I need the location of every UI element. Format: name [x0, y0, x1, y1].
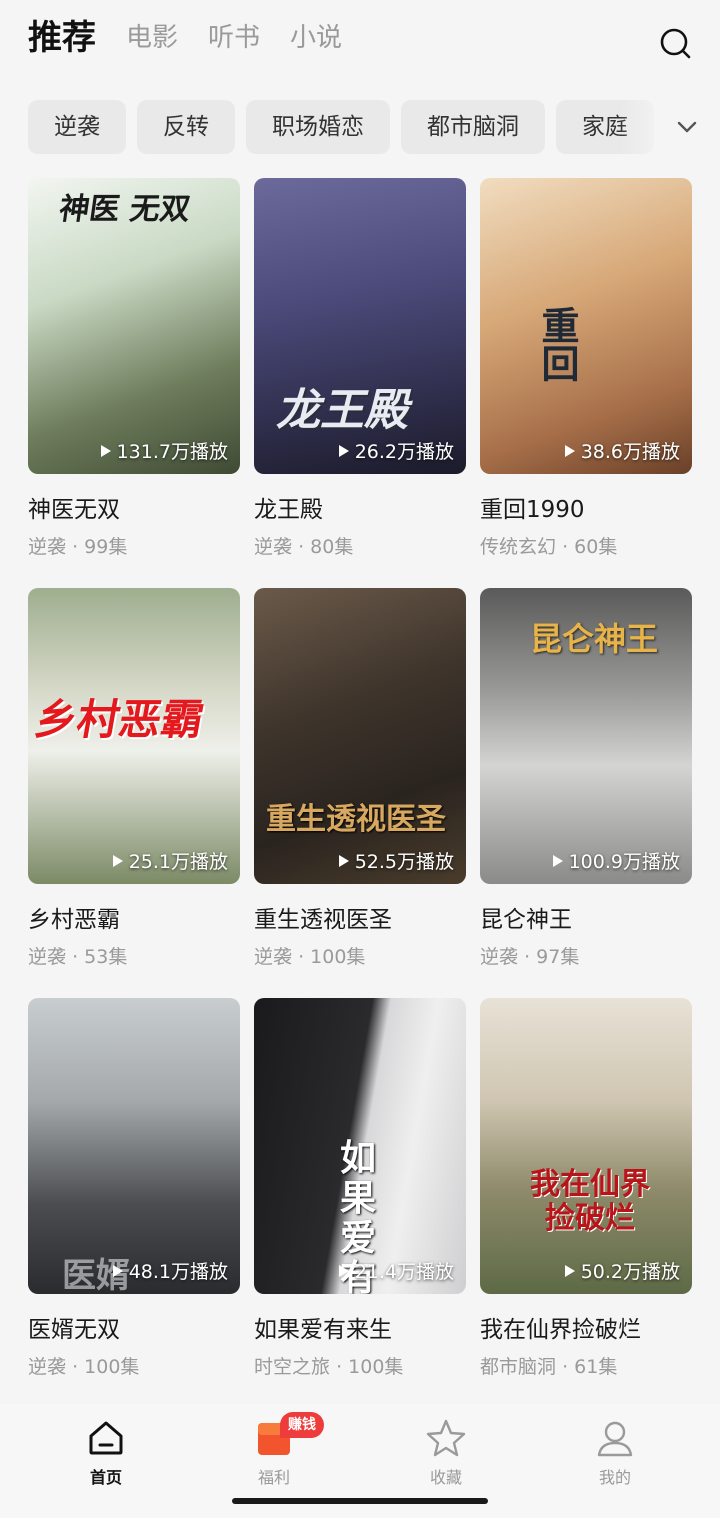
poster-title-art: 龙王殿 — [276, 385, 408, 436]
poster: 如果爱有来 21.4万播放 — [254, 998, 466, 1294]
chevron-down-icon[interactable] — [670, 108, 704, 146]
user-icon — [597, 1421, 633, 1457]
play-icon — [564, 444, 575, 457]
top-navigation: 推荐 电影 听书 小说 — [0, 0, 720, 90]
star-icon — [426, 1419, 466, 1457]
nav-home-label: 首页 — [89, 1468, 122, 1487]
nav-favorites-label: 收藏 — [429, 1468, 462, 1487]
drama-meta: 逆袭 · 53集 — [28, 946, 128, 968]
drama-card[interactable]: 神医 无双 131.7万播放 神医无双 逆袭 · 99集 — [28, 178, 240, 570]
poster-title-art: 昆仑神王 — [530, 620, 659, 658]
poster: 重回 38.6万播放 — [480, 178, 692, 474]
poster: 昆仑神王 100.9万播放 — [480, 588, 692, 884]
play-icon — [338, 444, 349, 457]
drama-title: 重回1990 — [480, 497, 585, 523]
drama-card[interactable]: 重生透视医圣 52.5万播放 重生透视医圣 逆袭 · 100集 — [254, 588, 466, 980]
drama-title: 神医无双 — [28, 497, 120, 523]
nav-rewards-label: 福利 — [257, 1468, 290, 1487]
poster: 我在仙界 捡破烂 50.2万播放 — [480, 998, 692, 1294]
tab-novels[interactable]: 小说 — [290, 16, 342, 60]
play-count: 100.9万播放 — [552, 847, 680, 874]
tab-audiobooks[interactable]: 听书 — [208, 16, 260, 60]
nav-home[interactable]: 首页 — [46, 1412, 166, 1492]
drama-card[interactable]: 如果爱有来 21.4万播放 如果爱有来生 时空之旅 · 100集 — [254, 998, 466, 1390]
poster-title-art: 重生透视医圣 — [266, 802, 446, 837]
poster-title-art: 我在仙界 捡破烂 — [530, 1167, 650, 1236]
drama-card[interactable]: 重回 38.6万播放 重回1990 传统玄幻 · 60集 — [480, 178, 692, 570]
play-icon — [100, 444, 111, 457]
drama-card[interactable]: 我在仙界 捡破烂 50.2万播放 我在仙界捡破烂 都市脑洞 · 61集 — [480, 998, 692, 1390]
drama-meta: 都市脑洞 · 61集 — [480, 1356, 618, 1378]
nav-rewards[interactable]: 赚钱 福利 — [214, 1412, 334, 1492]
tab-movies[interactable]: 电影 — [126, 16, 178, 60]
nav-favorites[interactable]: 收藏 — [386, 1412, 506, 1492]
tab-recommend[interactable]: 推荐 — [28, 16, 96, 60]
play-icon — [564, 1264, 575, 1277]
play-count: 131.7万播放 — [100, 437, 228, 464]
play-icon — [338, 1264, 349, 1277]
chip-urban-fantasy[interactable]: 都市脑洞 — [401, 100, 545, 154]
drama-meta: 逆袭 · 100集 — [28, 1356, 140, 1378]
play-count: 25.1万播放 — [112, 847, 228, 874]
drama-meta: 逆袭 · 99集 — [28, 536, 128, 558]
poster-title-art: 重回 — [535, 306, 580, 382]
poster: 乡村恶霸 25.1万播放 — [28, 588, 240, 884]
drama-meta: 时空之旅 · 100集 — [254, 1356, 404, 1378]
play-count: 52.5万播放 — [338, 847, 454, 874]
drama-title: 龙王殿 — [254, 497, 323, 523]
play-count: 50.2万播放 — [564, 1257, 680, 1284]
earn-money-badge: 赚钱 — [280, 1412, 324, 1438]
drama-meta: 逆袭 · 100集 — [254, 946, 366, 968]
play-icon — [112, 854, 123, 867]
drama-title: 我在仙界捡破烂 — [480, 1317, 641, 1343]
chips-fade — [620, 100, 670, 154]
search-icon[interactable] — [658, 26, 692, 60]
drama-title: 如果爱有来生 — [254, 1317, 392, 1343]
drama-card[interactable]: 乡村恶霸 25.1万播放 乡村恶霸 逆袭 · 53集 — [28, 588, 240, 980]
drama-card[interactable]: 龙王殿 26.2万播放 龙王殿 逆袭 · 80集 — [254, 178, 466, 570]
play-count: 48.1万播放 — [112, 1257, 228, 1284]
nav-profile[interactable]: 我的 — [555, 1412, 675, 1492]
drama-meta: 逆袭 · 80集 — [254, 536, 354, 558]
poster: 龙王殿 26.2万播放 — [254, 178, 466, 474]
drama-title: 重生透视医圣 — [254, 907, 392, 933]
home-icon — [89, 1421, 123, 1455]
poster: 神医 无双 131.7万播放 — [28, 178, 240, 474]
home-indicator[interactable] — [232, 1498, 488, 1504]
app-screen: 推荐 电影 听书 小说 逆袭 反转 职场婚恋 都市脑洞 家庭 神医 无双 131… — [0, 0, 720, 1518]
play-icon — [112, 1264, 123, 1277]
chip-twist[interactable]: 反转 — [137, 100, 235, 154]
chip-comeback[interactable]: 逆袭 — [28, 100, 126, 154]
drama-meta: 逆袭 · 97集 — [480, 946, 580, 968]
poster: 医婿 48.1万播放 — [28, 998, 240, 1294]
poster: 重生透视医圣 52.5万播放 — [254, 588, 466, 884]
drama-card[interactable]: 昆仑神王 100.9万播放 昆仑神王 逆袭 · 97集 — [480, 588, 692, 980]
poster-title-art: 乡村恶霸 — [31, 695, 208, 744]
play-count: 26.2万播放 — [338, 437, 454, 464]
drama-card[interactable]: 医婿 48.1万播放 医婿无双 逆袭 · 100集 — [28, 998, 240, 1390]
drama-meta: 传统玄幻 · 60集 — [480, 536, 618, 558]
play-count: 21.4万播放 — [338, 1257, 454, 1284]
drama-title: 医婿无双 — [28, 1317, 120, 1343]
play-icon — [338, 854, 349, 867]
category-chips: 逆袭 反转 职场婚恋 都市脑洞 家庭 — [28, 100, 668, 154]
nav-profile-label: 我的 — [598, 1468, 631, 1487]
chip-workplace-romance[interactable]: 职场婚恋 — [246, 100, 390, 154]
drama-title: 昆仑神王 — [480, 907, 572, 933]
play-count: 38.6万播放 — [564, 437, 680, 464]
drama-title: 乡村恶霸 — [28, 907, 120, 933]
tab-bar: 推荐 电影 听书 小说 — [28, 16, 372, 60]
poster-title-art: 神医 无双 — [57, 192, 193, 227]
play-icon — [552, 854, 563, 867]
